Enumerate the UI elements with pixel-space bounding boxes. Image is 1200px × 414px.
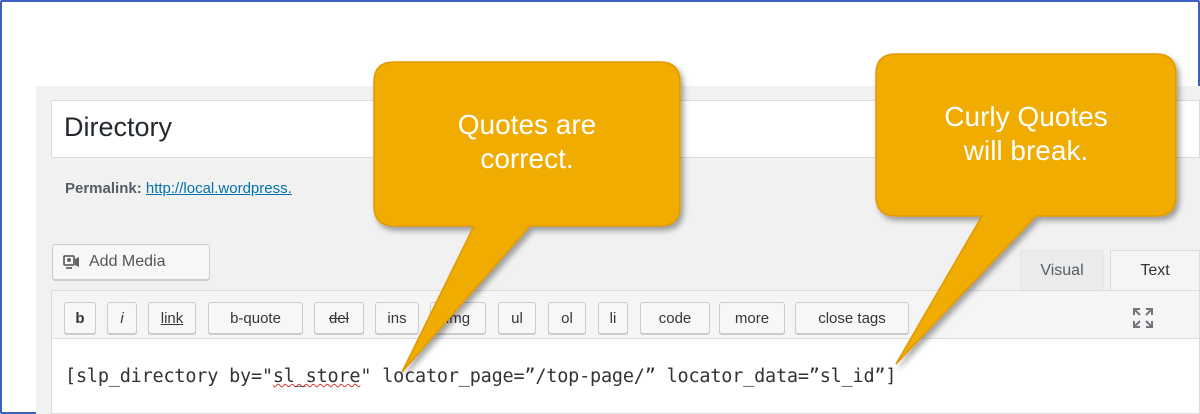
qt-del-button[interactable]: del — [314, 302, 364, 334]
shortcode-suffix: " locator_page=”/top-page/” locator_data… — [360, 366, 897, 387]
callout-left-line2: correct. — [480, 143, 574, 174]
shortcode-prefix: [slp_directory by=" — [65, 366, 273, 387]
qt-code-button[interactable]: code — [640, 302, 710, 334]
shortcode-text: [slp_directory by="sl_store" locator_pag… — [65, 366, 897, 387]
post-title-text: Directory — [64, 112, 173, 142]
add-media-label: Add Media — [89, 253, 166, 270]
callout-right-text: Curly Quotes will break. — [876, 100, 1176, 168]
callout-right-line2: will break. — [963, 135, 1089, 166]
callout-right-line1: Curly Quotes — [944, 101, 1108, 132]
qt-li-button[interactable]: li — [598, 302, 628, 334]
qt-ins-button[interactable]: ins — [375, 302, 419, 334]
media-camera-icon — [63, 253, 81, 271]
fullscreen-icon[interactable] — [1131, 306, 1155, 330]
qt-more-button[interactable]: more — [719, 302, 785, 334]
qt-ol-button[interactable]: ol — [548, 302, 586, 334]
qt-italic-button[interactable]: i — [107, 302, 137, 334]
qt-img-button[interactable]: img — [430, 302, 486, 334]
qt-bquote-button[interactable]: b-quote — [208, 302, 303, 334]
misspelled-word: sl_store — [272, 366, 361, 387]
qt-close-tags-button[interactable]: close tags — [795, 302, 909, 334]
qt-bold-button[interactable]: b — [64, 302, 96, 334]
callout-left-line1: Quotes are — [457, 109, 597, 140]
tab-visual[interactable]: Visual — [1020, 250, 1104, 290]
tab-text[interactable]: Text — [1110, 250, 1200, 290]
add-media-button[interactable]: Add Media — [52, 244, 210, 280]
callout-left-text: Quotes are correct. — [374, 108, 680, 176]
qt-ul-button[interactable]: ul — [498, 302, 536, 334]
permalink-url[interactable]: http://local.wordpress. — [146, 180, 292, 197]
permalink-label: Permalink: — [65, 180, 142, 197]
permalink: Permalink: http://local.wordpress. — [65, 180, 292, 197]
qt-link-button[interactable]: link — [148, 302, 196, 334]
